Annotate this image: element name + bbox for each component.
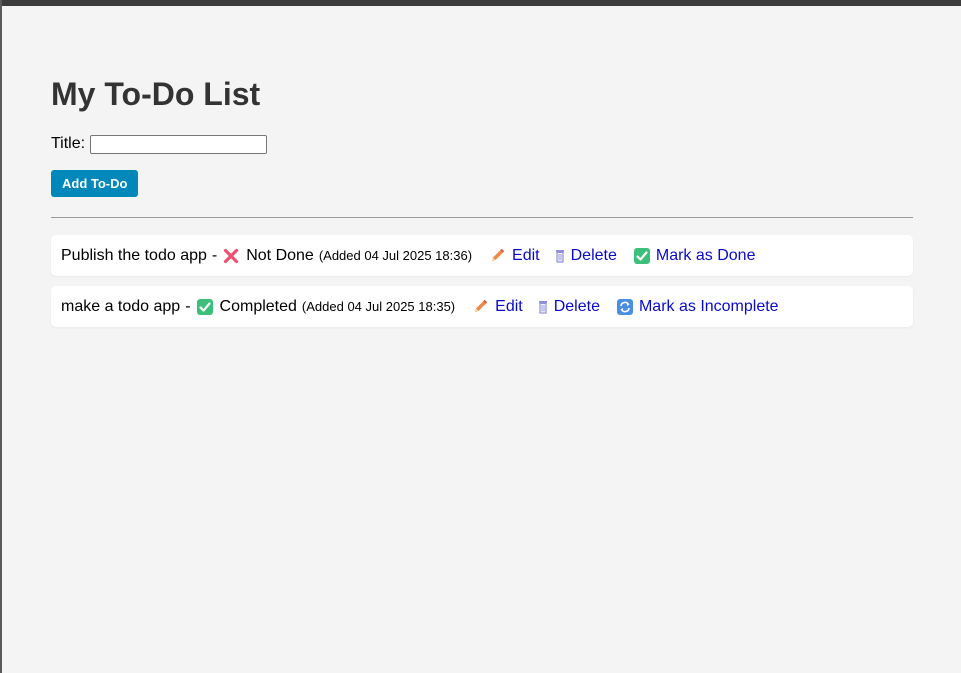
- check-box-icon: [196, 298, 213, 315]
- check-box-icon: [633, 247, 650, 264]
- edit-label: Edit: [495, 297, 523, 315]
- title-label: Title:: [51, 135, 86, 152]
- refresh-icon: [616, 298, 633, 315]
- window-left-edge: [0, 0, 2, 673]
- window-top-bar: [0, 0, 961, 6]
- edit-link[interactable]: Edit: [489, 247, 540, 265]
- cross-mark-icon: [224, 248, 239, 263]
- todo-separator: -: [211, 246, 218, 264]
- page-title: My To-Do List: [51, 76, 261, 112]
- todo-status: Not Done: [246, 246, 314, 264]
- todo-title: make a todo app: [61, 297, 181, 315]
- delete-link[interactable]: Delete: [538, 298, 600, 316]
- mark-as-done-link[interactable]: Mark as Done: [633, 246, 756, 265]
- mark-as-incomplete-label: Mark as Incomplete: [638, 297, 779, 315]
- mark-as-done-label: Mark as Done: [655, 246, 756, 264]
- todo-added-date: (Added 04 Jul 2025 18:36): [318, 248, 473, 263]
- todo-added-date: (Added 04 Jul 2025 18:35): [301, 299, 456, 314]
- todo-item: make a todo app - Completed (Added 04 Ju…: [51, 286, 913, 327]
- divider: [51, 217, 913, 218]
- edit-link[interactable]: Edit: [472, 298, 523, 316]
- edit-label: Edit: [512, 246, 540, 264]
- trash-icon: [538, 300, 547, 314]
- pencil-icon: [475, 299, 488, 312]
- delete-label: Delete: [553, 297, 600, 315]
- todo-title: Publish the todo app: [61, 246, 207, 264]
- todo-item: Publish the todo app - Not Done (Added 0…: [51, 235, 913, 276]
- delete-link[interactable]: Delete: [555, 247, 617, 265]
- todo-status: Completed: [219, 297, 297, 315]
- todo-app: My To-Do List Title: Add To-Do Publish t…: [51, 76, 913, 327]
- add-todo-button[interactable]: Add To-Do: [51, 170, 139, 197]
- title-form-row: Title:: [51, 134, 913, 154]
- delete-label: Delete: [570, 246, 617, 264]
- pencil-icon: [492, 248, 505, 261]
- title-input[interactable]: [90, 134, 268, 154]
- mark-as-incomplete-link[interactable]: Mark as Incomplete: [616, 297, 779, 316]
- todo-separator: -: [185, 297, 191, 315]
- trash-icon: [555, 249, 564, 263]
